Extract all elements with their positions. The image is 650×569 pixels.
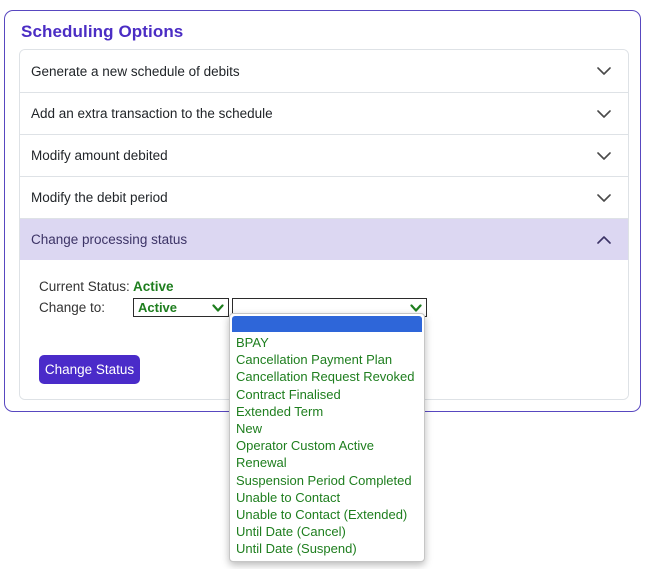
- dropdown-option[interactable]: Contract Finalised: [232, 386, 422, 403]
- status-dropdown-list: BPAY Cancellation Payment Plan Cancellat…: [229, 313, 425, 562]
- current-status-select-value: Active: [138, 300, 177, 315]
- dropdown-options: BPAY Cancellation Payment Plan Cancellat…: [232, 334, 422, 558]
- current-status-label: Current Status:: [39, 279, 133, 294]
- accordion-item-label: Modify the debit period: [31, 190, 168, 205]
- dropdown-option[interactable]: Until Date (Suspend): [232, 540, 422, 557]
- chevron-up-icon: [597, 236, 611, 244]
- dropdown-option[interactable]: Operator Custom Active: [232, 437, 422, 454]
- accordion-item-generate-schedule[interactable]: Generate a new schedule of debits: [20, 50, 628, 92]
- dropdown-option[interactable]: Cancellation Request Revoked: [232, 368, 422, 385]
- dropdown-option[interactable]: Unable to Contact: [232, 489, 422, 506]
- accordion-item-extra-transaction[interactable]: Add an extra transaction to the schedule: [20, 92, 628, 134]
- chevron-down-icon: [597, 152, 611, 160]
- chevron-down-icon: [410, 304, 422, 312]
- chevron-down-icon: [212, 304, 224, 312]
- dropdown-option[interactable]: New: [232, 420, 422, 437]
- dropdown-option[interactable]: BPAY: [232, 334, 422, 351]
- dropdown-option[interactable]: Unable to Contact (Extended): [232, 506, 422, 523]
- chevron-down-icon: [597, 67, 611, 75]
- chevron-down-icon: [597, 110, 611, 118]
- dropdown-option[interactable]: Until Date (Cancel): [232, 523, 422, 540]
- current-status-value: Active: [133, 279, 174, 294]
- page-title: Scheduling Options: [21, 22, 183, 42]
- accordion-item-label: Change processing status: [31, 232, 187, 247]
- dropdown-option[interactable]: Cancellation Payment Plan: [232, 351, 422, 368]
- accordion-item-label: Generate a new schedule of debits: [31, 64, 240, 79]
- current-status-select[interactable]: Active: [133, 298, 229, 317]
- accordion-item-modify-debit-period[interactable]: Modify the debit period: [20, 176, 628, 218]
- accordion-item-change-processing-status[interactable]: Change processing status: [20, 218, 628, 260]
- dropdown-option[interactable]: Extended Term: [232, 403, 422, 420]
- accordion-item-label: Add an extra transaction to the schedule: [31, 106, 273, 121]
- dropdown-option[interactable]: Suspension Period Completed: [232, 472, 422, 489]
- change-status-button[interactable]: Change Status: [39, 355, 140, 384]
- chevron-down-icon: [597, 194, 611, 202]
- change-to-label: Change to:: [39, 300, 133, 315]
- dropdown-option-selected-blank[interactable]: [232, 316, 422, 332]
- accordion-item-modify-amount[interactable]: Modify amount debited: [20, 134, 628, 176]
- dropdown-option[interactable]: Renewal: [232, 454, 422, 471]
- accordion-item-label: Modify amount debited: [31, 148, 168, 163]
